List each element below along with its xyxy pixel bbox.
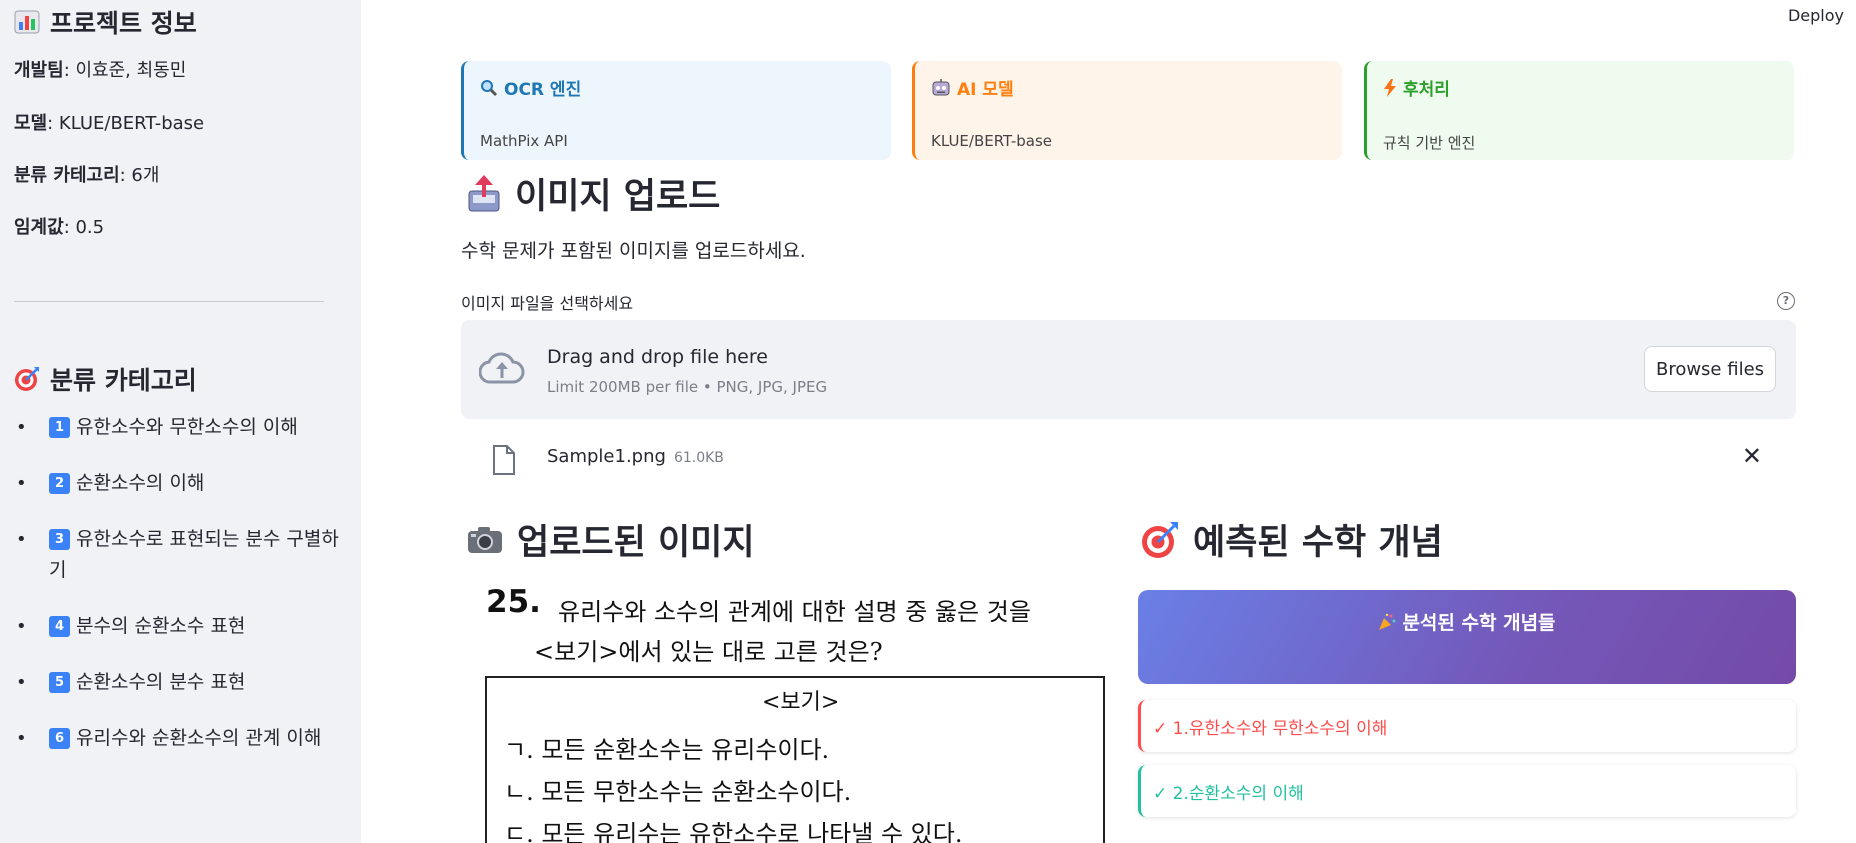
- uploaded-image-heading: 업로드된 이미지: [467, 514, 755, 565]
- number-4-icon: 4: [49, 616, 70, 637]
- remove-file-close-icon[interactable]: ✕: [1742, 444, 1762, 468]
- target-icon: [1141, 521, 1179, 559]
- uploaded-file-row: Sample1.png 61.0KB ✕: [461, 436, 1796, 480]
- problem-line-1: 유리수와 소수의 관계에 대한 설명 중 옳은 것을: [558, 598, 1031, 626]
- file-size: 61.0KB: [673, 450, 724, 466]
- file-dropzone[interactable]: Drag and drop file here Limit 200MB per …: [461, 320, 1796, 419]
- category-title: 분류 카테고리: [50, 366, 197, 395]
- sidebar: 프로젝트 정보 개발팀: 이효준, 최동민 모델: KLUE/BERT-base…: [0, 0, 361, 843]
- bar-chart-icon: [14, 10, 40, 34]
- target-icon: [14, 366, 40, 392]
- uploaded-image-title: 업로드된 이미지: [517, 523, 755, 563]
- prediction-title: 예측된 수학 개념: [1193, 523, 1443, 563]
- problem-line-2: <보기>에서 있는 대로 고른 것은?: [534, 638, 883, 666]
- card-subtitle: 규칙 기반 엔진: [1383, 134, 1476, 152]
- project-info-heading: 프로젝트 정보: [14, 4, 197, 40]
- magnifier-icon: [480, 79, 498, 97]
- upload-description: 수학 문제가 포함된 이미지를 업로드하세요.: [461, 240, 806, 262]
- card-subtitle: KLUE/BERT-base: [931, 132, 1053, 150]
- prediction-banner-text: 분석된 수학 개념들: [1402, 612, 1556, 634]
- predicted-concept-item: ✓ 1.유한소수와 무한소수의 이해: [1138, 700, 1796, 752]
- list-item: 3유한소수로 표현되는 분수 구별하기: [0, 524, 340, 586]
- predicted-concept-item: ✓ 2.순환소수의 이해: [1138, 765, 1796, 817]
- problem-number: 25.: [486, 584, 541, 620]
- sidebar-divider: [14, 301, 324, 302]
- card-ai-model: AI 모델 KLUE/BERT-base: [912, 61, 1342, 160]
- drop-instructions: Drag and drop file here: [547, 346, 768, 368]
- upload-tray-icon: [467, 174, 501, 213]
- category-list: 1유한소수와 무한소수의 이해 2순환소수의 이해 3유한소수로 표현되는 분수…: [0, 412, 340, 754]
- project-info-title: 프로젝트 정보: [50, 9, 197, 38]
- number-1-icon: 1: [49, 417, 70, 438]
- problem-image: 25. 유리수와 소수의 관계에 대한 설명 중 옳은 것을 <보기>에서 있는…: [480, 580, 1110, 843]
- card-title: AI 모델: [957, 80, 1014, 100]
- info-threshold: 임계값: 0.5: [14, 217, 105, 238]
- example-box-title: <보기>: [762, 690, 840, 715]
- number-6-icon: 6: [49, 728, 70, 749]
- number-3-icon: 3: [49, 529, 70, 550]
- example-item-1: ㄱ. 모든 순환소수는 유리수이다.: [504, 736, 830, 764]
- file-input-label: 이미지 파일을 선택하세요: [461, 294, 634, 313]
- list-item: 2순환소수의 이해: [0, 468, 340, 499]
- list-item: 4분수의 순환소수 표현: [0, 611, 340, 642]
- lightning-icon: [1383, 78, 1397, 97]
- browse-files-button[interactable]: Browse files: [1644, 346, 1776, 392]
- upload-limit-text: Limit 200MB per file • PNG, JPG, JPEG: [547, 378, 828, 396]
- card-postprocessing: 후처리 규칙 기반 엔진: [1364, 61, 1794, 160]
- info-model: 모델: KLUE/BERT-base: [14, 113, 205, 134]
- prediction-heading: 예측된 수학 개념: [1141, 514, 1443, 565]
- list-item: 1유한소수와 무한소수의 이해: [0, 412, 340, 443]
- card-title: 후처리: [1403, 80, 1450, 100]
- card-title: OCR 엔진: [504, 80, 582, 100]
- prediction-banner: 분석된 수학 개념들: [1138, 590, 1796, 684]
- help-icon[interactable]: ?: [1777, 292, 1795, 310]
- number-2-icon: 2: [49, 473, 70, 494]
- camera-icon: [467, 525, 503, 555]
- example-item-3: ㄷ. 모든 유리수는 유한소수로 나타낼 수 있다.: [504, 820, 963, 843]
- list-item: 5순환소수의 분수 표현: [0, 667, 340, 698]
- upload-title: 이미지 업로드: [515, 177, 721, 217]
- card-subtitle: MathPix API: [480, 132, 568, 150]
- category-heading: 분류 카테고리: [14, 361, 197, 397]
- info-dev-team: 개발팀: 이효준, 최동민: [14, 60, 187, 81]
- robot-icon: [931, 78, 951, 97]
- number-5-icon: 5: [49, 672, 70, 693]
- file-name: Sample1.png: [547, 446, 666, 467]
- cloud-upload-icon: [479, 350, 525, 386]
- list-item: 6유리수와 순환소수의 관계 이해: [0, 723, 340, 754]
- upload-heading: 이미지 업로드: [467, 168, 720, 219]
- example-item-2: ㄴ. 모든 무한소수는 순환소수이다.: [504, 778, 852, 806]
- party-popper-icon: [1378, 613, 1396, 631]
- card-ocr-engine: OCR 엔진 MathPix API: [461, 61, 891, 160]
- info-categories: 분류 카테고리: 6개: [14, 165, 160, 186]
- deploy-button[interactable]: Deploy: [1788, 6, 1844, 25]
- file-icon: [491, 444, 517, 476]
